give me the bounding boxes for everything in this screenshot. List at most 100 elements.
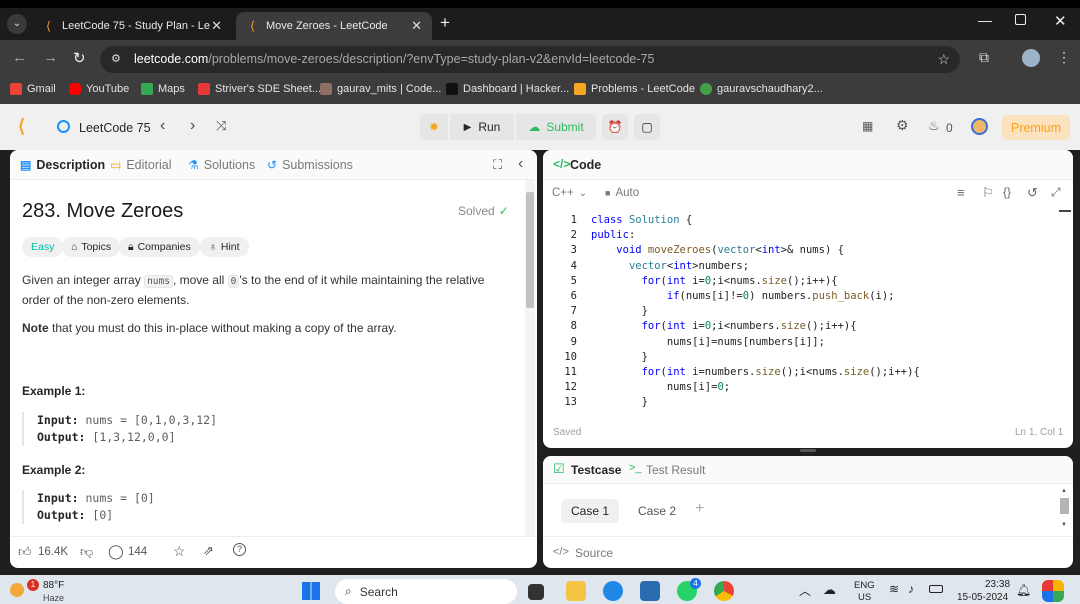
scrollbar-thumb[interactable] (526, 192, 534, 308)
tab-search-button[interactable]: ⌄ (7, 14, 27, 34)
settings-gear-icon[interactable]: ⚙ (896, 117, 909, 134)
favorite-star-icon[interactable]: ☆ (173, 543, 186, 560)
topics-button[interactable]: ⌂ Topics (62, 237, 121, 257)
close-window-button[interactable]: ✕ (1054, 12, 1067, 30)
submit-button[interactable]: ☁ Submit (516, 114, 596, 140)
edge-icon[interactable] (603, 581, 623, 601)
code-line[interactable]: for(int i=0;i<nums.size();i++){ (591, 275, 838, 290)
bookmark-maps[interactable]: Maps (141, 83, 185, 95)
code-editor[interactable]: 1 class Solution {2 public: 3 void moveZero… (543, 212, 1063, 410)
scroll-up-icon[interactable]: ▲ (1061, 488, 1067, 494)
hint-button[interactable]: ♁ Hint (200, 237, 249, 257)
code-line[interactable]: if(nums[i]!=0) numbers.push_back(i); (591, 290, 895, 305)
reset-icon[interactable]: ↺ (1027, 185, 1038, 201)
code-line[interactable]: for(int i=0;i<numbers.size();i++){ (591, 320, 857, 335)
debug-button[interactable]: ✸ (420, 114, 448, 140)
premium-button[interactable]: Premium (1002, 115, 1070, 140)
menu-kebab-icon[interactable]: ⋮ (1057, 49, 1071, 66)
scrollbar-thumb[interactable] (1060, 498, 1069, 514)
task-view-icon[interactable] (528, 584, 544, 600)
notification-bell-icon[interactable]: 🔔︎ (1016, 583, 1031, 597)
case-1-tab[interactable]: Case 1 (561, 499, 619, 523)
file-explorer-icon[interactable] (566, 581, 586, 601)
bookmark-hackerrank[interactable]: Dashboard | Hacker... (446, 83, 569, 95)
next-problem-icon[interactable]: › (190, 117, 195, 135)
bookmark-gmail[interactable]: Gmail (10, 83, 56, 95)
scroll-down-icon[interactable]: ▼ (1061, 522, 1067, 528)
share-icon[interactable]: ⇗ (203, 543, 214, 559)
source-footer[interactable]: </> Source (543, 536, 1073, 568)
clock-time[interactable]: 23:38 (985, 579, 1010, 590)
bookmark-icon[interactable]: ⚐ (982, 185, 994, 201)
tab-solutions[interactable]: ⚗ Solutions (188, 158, 255, 172)
bookmark-star-icon[interactable]: ☆ (937, 46, 950, 73)
format-icon[interactable]: ≡ (957, 185, 965, 200)
code-line[interactable]: for(int i=numbers.size();i<nums.size();i… (591, 366, 920, 381)
wifi-icon[interactable]: ≋ (889, 582, 899, 596)
tab-submissions[interactable]: ↺ Submissions (267, 158, 353, 172)
user-avatar[interactable] (971, 118, 988, 135)
code-line[interactable]: void moveZeroes(vector<int>& nums) { (591, 244, 844, 259)
extensions-icon[interactable]: ⧉ (979, 49, 989, 66)
close-tab-icon[interactable]: ✕ (411, 18, 422, 34)
testcase-scrollbar[interactable]: ▲ ▼ (1059, 488, 1069, 532)
bookmark-leetcode[interactable]: Problems - LeetCode (574, 83, 695, 95)
code-line[interactable]: } (591, 351, 648, 366)
battery-icon[interactable] (929, 585, 943, 593)
expand-icon[interactable]: ⤢ (1051, 185, 1061, 200)
tab-test-result[interactable]: Test Result (646, 463, 705, 477)
notes-button[interactable]: ▢ (634, 114, 660, 140)
run-button[interactable]: ▶ Run (450, 114, 514, 140)
browser-tab-leetcode75[interactable]: ⟨ LeetCode 75 - Study Plan - Leet ✕ (32, 12, 232, 40)
input-lang[interactable]: ENG (854, 580, 875, 591)
layout-icon[interactable]: ▦ (862, 119, 873, 133)
streak-fire-icon[interactable]: ♨ (928, 118, 940, 134)
autocomplete-mode[interactable]: ■ Auto (605, 187, 639, 199)
close-tab-icon[interactable]: ✕ (211, 18, 222, 34)
companies-button[interactable]: 🔒︎ Companies (119, 237, 200, 257)
bookmark-codechef[interactable]: gaurav_mits | Code... (320, 83, 441, 95)
bookmark-github[interactable]: gauravschaudhary2... (700, 83, 823, 95)
prev-problem-icon[interactable]: ‹ (160, 117, 165, 135)
restore-button[interactable] (1015, 14, 1026, 25)
reload-icon[interactable]: ↻ (73, 49, 86, 67)
study-plan-title[interactable]: LeetCode 75 (79, 121, 151, 135)
thumbs-down-icon[interactable]: 👎︎ (80, 544, 93, 560)
description-scrollbar[interactable] (525, 180, 535, 536)
url-field[interactable]: ⚙ leetcode.com/problems/move-zeroes/desc… (100, 46, 960, 73)
weather-icon[interactable] (10, 583, 24, 597)
minimize-button[interactable]: — (978, 12, 992, 28)
comment-icon[interactable]: ◯ (108, 543, 124, 560)
copilot-icon[interactable] (1042, 580, 1064, 602)
code-line[interactable]: } (591, 305, 648, 320)
bookmark-striver[interactable]: Striver's SDE Sheet... (198, 83, 321, 95)
help-icon[interactable]: ? (233, 543, 246, 556)
new-tab-button[interactable]: + (440, 13, 450, 33)
taskbar-search[interactable]: ⌕ Search (335, 579, 517, 604)
browser-tab-move-zeroes[interactable]: ⟨ Move Zeroes - LeetCode ✕ (236, 12, 432, 40)
maximize-icon[interactable]: ⛶ (493, 157, 502, 173)
windows-start-icon[interactable] (302, 582, 320, 600)
language-select[interactable]: C++ ⌄ (552, 187, 587, 199)
code-line[interactable]: public: (591, 229, 635, 244)
add-testcase-icon[interactable]: + (695, 500, 704, 518)
site-info-icon[interactable]: ⚙ (111, 46, 121, 73)
tab-testcase[interactable]: Testcase (571, 463, 621, 477)
onedrive-icon[interactable]: ☁ (823, 582, 836, 598)
back-icon[interactable]: ← (12, 49, 27, 66)
code-line[interactable]: nums[i]=nums[numbers[i]]; (591, 336, 825, 351)
collapse-icon[interactable]: ‹ (518, 155, 523, 173)
tab-description[interactable]: ▤ Description (20, 158, 105, 172)
thumbs-up-icon[interactable]: 👍︎ (18, 544, 32, 560)
panel-resize-handle[interactable] (800, 449, 816, 452)
profile-avatar[interactable] (1022, 49, 1040, 67)
shuffle-icon[interactable]: ⤨ (216, 118, 226, 134)
case-2-tab[interactable]: Case 2 (631, 499, 683, 523)
store-icon[interactable] (640, 581, 660, 601)
volume-icon[interactable]: ♪ (908, 582, 914, 596)
leetcode-logo-icon[interactable]: ⟨ (18, 116, 25, 137)
tray-chevron-icon[interactable]: ︿ (799, 582, 811, 599)
tab-editorial[interactable]: ▭ Editorial (110, 158, 172, 172)
braces-icon[interactable]: {} (1003, 185, 1011, 199)
weather-temp[interactable]: 88°F (43, 580, 64, 591)
